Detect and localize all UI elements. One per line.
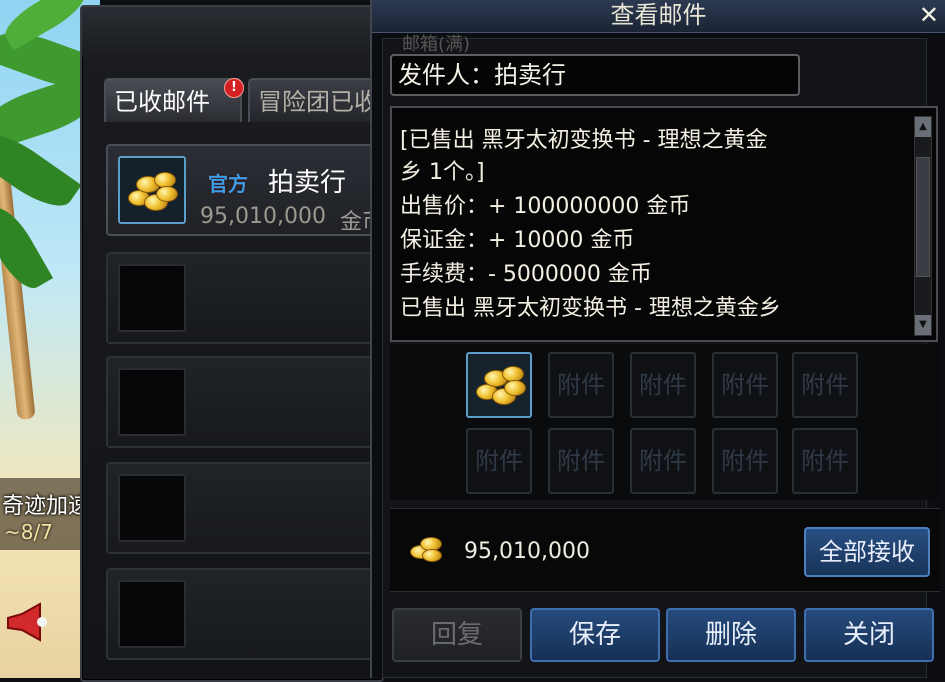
receive-all-button[interactable]: 全部接收: [804, 527, 930, 577]
attachment-placeholder: 附件: [639, 447, 687, 475]
mail-list-header: [82, 7, 382, 57]
mail-list-item[interactable]: [106, 252, 386, 344]
attachment-slot[interactable]: 附件: [792, 352, 858, 418]
mail-item-slot: [118, 474, 186, 542]
attachment-placeholder: 附件: [721, 371, 769, 399]
attachment-placeholder: 附件: [557, 447, 605, 475]
tab-label: 已收邮件: [114, 88, 210, 116]
mail-gold-amount: 95,010,000: [200, 204, 326, 229]
mail-list-item[interactable]: 官方 拍卖行 95,010,000 金币: [106, 144, 386, 236]
attachment-slot[interactable]: 附件: [630, 352, 696, 418]
tab-guild-received-mail[interactable]: 冒险团已收: [248, 78, 388, 122]
mail-item-slot: [118, 368, 186, 436]
gold-summary-bar: 95,010,000 全部接收: [390, 508, 940, 592]
window-title: 查看邮件: [610, 1, 707, 29]
message-line: 手续费：- 5000000 金币: [400, 262, 652, 287]
attachment-slot-gold[interactable]: [466, 352, 532, 418]
attachment-area: 附件 附件 附件 附件 附件 附件 附件 附件 附件: [390, 344, 940, 500]
attachment-slot[interactable]: 附件: [712, 352, 778, 418]
attachment-slot[interactable]: 附件: [548, 352, 614, 418]
attachment-slot[interactable]: 附件: [712, 428, 778, 494]
reply-button[interactable]: 回复: [392, 608, 522, 662]
message-line: 乡 1个。]: [400, 160, 485, 185]
attachment-slot[interactable]: 附件: [466, 428, 532, 494]
mail-list-item[interactable]: [106, 356, 386, 448]
official-label: 官方: [208, 172, 248, 196]
attachment-placeholder: 附件: [557, 371, 605, 399]
tab-label: 冒险团已收: [258, 88, 378, 116]
window-titlebar[interactable]: 查看邮件 ✕: [372, 0, 945, 33]
save-button[interactable]: 保存: [530, 608, 660, 662]
message-line: 出售价：+ 100000000 金币: [400, 194, 691, 219]
gold-coins-icon: [128, 168, 178, 214]
megaphone-icon[interactable]: [4, 600, 50, 646]
message-line: [已售出 黑牙太初变换书 - 理想之黄金: [400, 128, 768, 153]
attachment-placeholder: 附件: [801, 447, 849, 475]
mailbox-status: 邮箱(满): [402, 34, 471, 55]
buff-title: 奇迹加速: [2, 494, 91, 519]
sender-field: 发件人：拍卖行: [390, 54, 800, 96]
official-tag: 官方: [208, 168, 248, 197]
scroll-thumb[interactable]: [916, 157, 930, 277]
attachment-placeholder: 附件: [639, 371, 687, 399]
message-line: 保证金：+ 10000 金币: [400, 228, 635, 253]
buff-count: ~8/7: [4, 520, 53, 544]
mail-list-item[interactable]: [106, 568, 386, 660]
scroll-down-icon[interactable]: ▼: [915, 315, 931, 335]
mail-item-slot: [118, 156, 186, 224]
close-button[interactable]: 关闭: [804, 608, 934, 662]
tab-received-mail[interactable]: 已收邮件: [104, 78, 242, 122]
attachment-placeholder: 附件: [475, 447, 523, 475]
gold-total-amount: 95,010,000: [464, 539, 590, 564]
mail-sender: 拍卖行: [268, 168, 347, 198]
attachment-placeholder: 附件: [801, 371, 849, 399]
mail-item-slot: [118, 264, 186, 332]
delete-button[interactable]: 删除: [666, 608, 796, 662]
scroll-up-icon[interactable]: ▲: [915, 117, 931, 137]
gold-coins-icon: [476, 362, 526, 408]
notification-badge: !: [224, 78, 244, 98]
message-content-box[interactable]: [已售出 黑牙太初变换书 - 理想之黄金 乡 1个。] 出售价：+ 100000…: [390, 106, 938, 342]
gold-coin-icon: [408, 533, 442, 563]
message-line: 已售出 黑牙太初变换书 - 理想之黄金乡: [400, 296, 781, 321]
close-icon[interactable]: ✕: [919, 0, 939, 30]
mail-item-slot: [118, 580, 186, 648]
message-scrollbar[interactable]: ▲ ▼: [914, 116, 932, 336]
attachment-placeholder: 附件: [721, 447, 769, 475]
attachment-slot[interactable]: 附件: [548, 428, 614, 494]
mail-list-item[interactable]: [106, 462, 386, 554]
attachment-slot[interactable]: 附件: [630, 428, 696, 494]
attachment-slot[interactable]: 附件: [792, 428, 858, 494]
